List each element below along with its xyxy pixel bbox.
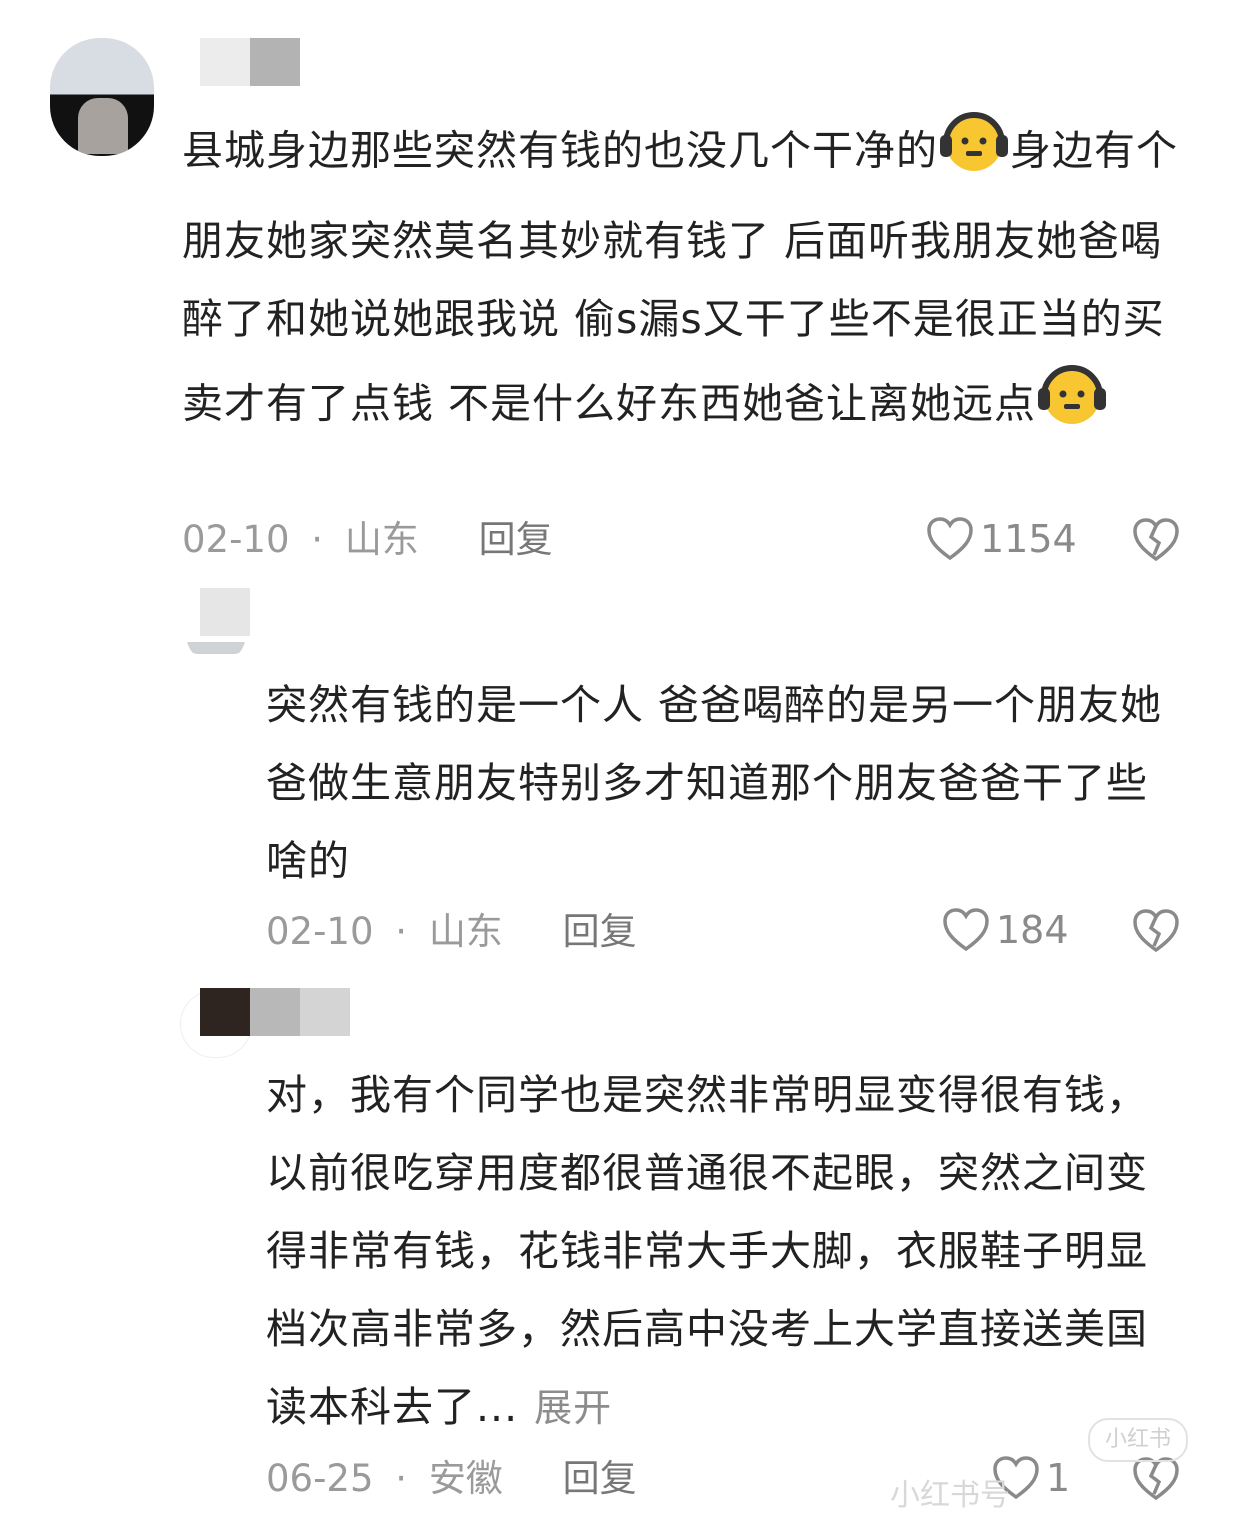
username-blurred[interactable] [200, 38, 300, 86]
comment-location: 山东 [344, 518, 419, 561]
like-button[interactable]: 184 [942, 907, 1069, 953]
separator: · [395, 1457, 408, 1500]
comment-text: 县城身边那些突然有钱的也没几个干净的 身边有个朋友她家突然莫名其妙就有钱了 后面… [182, 105, 1192, 455]
username-blurred[interactable] [200, 988, 350, 1036]
like-count: 184 [996, 908, 1069, 952]
comment-date: 02-10 [182, 518, 290, 561]
comment-meta: 06-25 · 安徽 回复 [266, 1457, 637, 1501]
broken-heart-icon [1133, 909, 1179, 953]
comment-meta: 02-10 · 山东 回复 [266, 910, 637, 954]
comment-meta: 02-10 · 山东 回复 [182, 518, 553, 562]
heart-icon [927, 517, 973, 561]
reply-button[interactable]: 回复 [479, 518, 553, 561]
like-button[interactable]: 1154 [926, 516, 1077, 562]
headphones-face-emoji [938, 105, 1010, 202]
comment-text: 对，我有个同学也是突然非常明显变得很有钱，以前很吃穿用度都很普通很不起眼，突然之… [266, 1071, 1148, 1431]
headphones-face-emoji [1036, 358, 1108, 455]
avatar[interactable] [50, 38, 154, 156]
watermark-badge: 小红书 [1088, 1418, 1188, 1462]
watermark-text: 小红书号 [890, 1478, 1010, 1513]
dislike-button[interactable] [1132, 1456, 1180, 1506]
username-blurred[interactable] [200, 588, 250, 636]
like-count: 1154 [980, 517, 1077, 561]
comment-date: 06-25 [266, 1457, 374, 1500]
dislike-button[interactable] [1132, 908, 1180, 958]
dislike-button[interactable] [1132, 517, 1180, 567]
expand-link[interactable]: 展开 [534, 1386, 612, 1430]
comment-location: 安徽 [428, 1457, 503, 1500]
separator: · [395, 910, 408, 953]
broken-heart-icon [1133, 518, 1179, 562]
broken-heart-icon [1133, 1457, 1179, 1501]
comment-date: 02-10 [266, 910, 374, 953]
separator: · [311, 518, 324, 561]
reply-button[interactable]: 回复 [563, 910, 637, 953]
heart-icon [943, 908, 989, 952]
like-count: 1 [1046, 1456, 1071, 1500]
reply-button[interactable]: 回复 [563, 1457, 637, 1500]
comment-location: 山东 [428, 910, 503, 953]
comment-text: 突然有钱的是一个人 爸爸喝醉的是另一个朋友她爸做生意朋友特别多才知道那个朋友爸爸… [266, 681, 1163, 885]
